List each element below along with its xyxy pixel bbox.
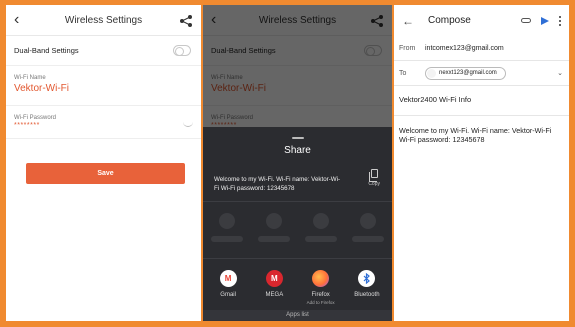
share-sheet-title: Share: [284, 145, 311, 156]
app-label: MEGA: [265, 292, 284, 298]
dual-band-row: Dual-Band Settings: [6, 36, 201, 66]
chevron-down-icon[interactable]: ⌄: [557, 69, 563, 77]
attachment-icon[interactable]: [521, 18, 531, 23]
app-label: Gmail: [220, 292, 236, 298]
dual-band-toggle[interactable]: [173, 45, 191, 56]
firefox-icon: [312, 270, 330, 287]
share-app-gmail[interactable]: M Gmail: [206, 270, 250, 305]
send-icon[interactable]: [541, 16, 549, 25]
app-sublabel: Add to Firefox: [306, 300, 335, 305]
more-options-icon[interactable]: [559, 15, 561, 26]
wifi-name-field[interactable]: Vektor-Wi-Fi: [14, 83, 193, 94]
wifi-password-label: Wi-Fi Password: [14, 115, 57, 121]
placeholder-contact-label: [258, 236, 290, 242]
wireless-settings-screen: ‹ Wireless Settings Dual-Band Settings W…: [6, 5, 201, 321]
back-arrow-icon[interactable]: ←: [402, 14, 414, 28]
copy-icon: [368, 169, 378, 182]
scrim-overlay[interactable]: [203, 5, 392, 127]
sheet-drag-handle[interactable]: [291, 137, 304, 139]
subject-field[interactable]: Vektor2400 Wi-Fi Info: [394, 86, 569, 116]
placeholder-contact-label: [352, 236, 384, 242]
apps-list-link[interactable]: Apps list: [203, 310, 392, 321]
wifi-password-field[interactable]: ********: [14, 122, 193, 129]
compose-actions: [521, 15, 561, 26]
compose-screen: ← Compose From intcomex123@gmail.com To …: [394, 5, 569, 321]
from-field[interactable]: intcomex123@gmail.com: [425, 45, 504, 52]
app-label: Firefox: [311, 292, 330, 298]
sheet-divider: [203, 258, 392, 259]
sheet-divider: [203, 201, 392, 202]
share-text-preview: Welcome to my Wi-Fi. Wi-Fi name: Vektor-…: [214, 176, 341, 192]
share-apps-row: M Gmail M MEGA Firefox Add to Firefox Bl…: [203, 270, 392, 305]
to-row: To nexxt123@gmail.com ⌄: [394, 61, 569, 86]
gmail-icon: M: [219, 270, 237, 287]
to-label: To: [399, 69, 407, 77]
wifi-name-row[interactable]: Wi-Fi Name Vektor-Wi-Fi: [6, 66, 201, 106]
page-title: Compose: [428, 15, 471, 26]
compose-header: ← Compose: [394, 5, 569, 36]
copy-button[interactable]: Copy: [368, 169, 380, 187]
wifi-name-label: Wi-Fi Name: [14, 75, 46, 81]
share-sheet: Share Welcome to my Wi-Fi. Wi-Fi name: V…: [203, 127, 392, 321]
page-title: Wireless Settings: [64, 14, 143, 26]
wifi-password-row[interactable]: Wi-Fi Password ********: [6, 106, 201, 139]
bluetooth-icon: [358, 270, 376, 287]
placeholder-contact-icon: [313, 213, 329, 229]
panel-divider: [201, 5, 203, 321]
share-app-bluetooth[interactable]: Bluetooth: [345, 270, 389, 305]
dual-band-label: Dual-Band Settings: [14, 46, 79, 55]
mega-icon: M: [265, 270, 283, 287]
placeholder-contact-icon: [360, 213, 376, 229]
share-icon[interactable]: [179, 14, 193, 27]
from-row: From intcomex123@gmail.com: [394, 36, 569, 61]
share-app-firefox[interactable]: Firefox Add to Firefox: [299, 270, 343, 305]
placeholder-contact-label: [305, 236, 337, 242]
placeholder-contact-label: [211, 236, 243, 242]
placeholder-contact-icon: [266, 213, 282, 229]
app-label: Bluetooth: [354, 292, 380, 298]
panel-divider: [392, 5, 394, 321]
recipient-chip[interactable]: nexxt123@gmail.com: [425, 66, 506, 80]
share-app-mega[interactable]: M MEGA: [252, 270, 296, 305]
share-sheet-screen: ‹ Wireless Settings Dual-Band Settings W…: [203, 5, 392, 321]
placeholder-contact-icon: [219, 213, 235, 229]
settings-header: ‹ Wireless Settings: [6, 5, 201, 36]
email-body-field[interactable]: Welcome to my Wi-Fi. Wi-Fi name: Vektor-…: [394, 116, 569, 154]
save-button[interactable]: Save: [26, 163, 185, 184]
from-label: From: [399, 44, 416, 52]
